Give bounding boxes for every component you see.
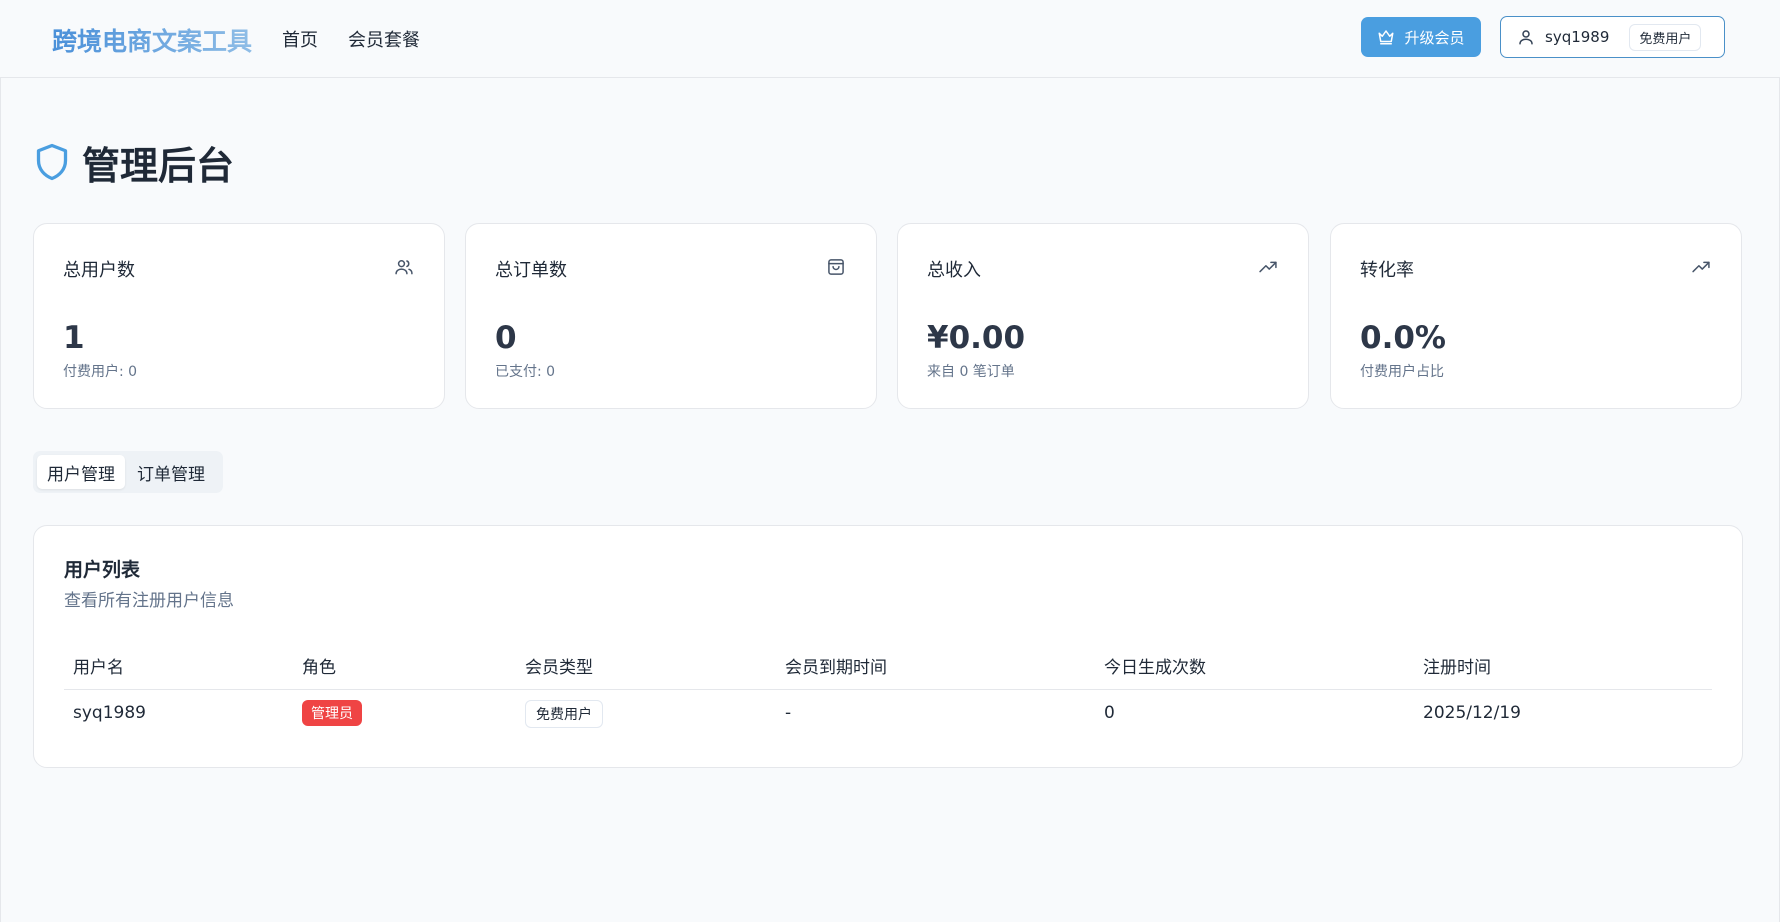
user-menu-button[interactable]: syq1989 免费用户 (1500, 16, 1725, 58)
card-title: 用户列表 (64, 559, 141, 581)
stat-card-total-revenue: 总收入 ¥0.00 来自 0 笔订单 (897, 223, 1309, 409)
stat-card-conversion-rate: 转化率 0.0% 付费用户占比 (1330, 223, 1742, 409)
trending-up-icon (1692, 261, 1710, 273)
shopping-bag-icon (828, 259, 844, 275)
column-header-membership-expiry: 会员到期时间 (785, 658, 887, 678)
stat-label: 总收入 (927, 260, 981, 281)
user-icon (1519, 30, 1533, 45)
user-name: syq1989 (1545, 28, 1610, 46)
cell-registration-time: 2025/12/19 (1423, 703, 1521, 723)
cell-membership-expiry: - (785, 703, 792, 723)
stat-subtext: 付费用户占比 (1360, 364, 1444, 380)
nav-link-home[interactable]: 首页 (282, 26, 318, 52)
top-navbar: 跨境电商文案工具 首页 会员套餐 升级会员 syq1989 免费用户 (0, 0, 1780, 78)
stat-value: 0.0% (1360, 320, 1446, 356)
cell-username: syq1989 (73, 703, 146, 723)
column-header-today-generations: 今日生成次数 (1104, 658, 1206, 678)
user-list-card: 用户列表 查看所有注册用户信息 用户名 角色 会员类型 会员到期时间 今日生成次… (33, 525, 1743, 768)
page-title: 管理后台 (82, 143, 235, 188)
tab-user-management[interactable]: 用户管理 (37, 455, 125, 489)
column-header-membership-type: 会员类型 (525, 658, 593, 678)
column-header-role: 角色 (302, 658, 336, 678)
trending-up-icon (1259, 261, 1277, 273)
tab-order-management[interactable]: 订单管理 (127, 455, 215, 489)
membership-badge: 免费用户 (525, 700, 603, 728)
stat-subtext: 来自 0 笔订单 (927, 364, 1015, 380)
stat-card-total-users: 总用户数 1 付费用户: 0 (33, 223, 445, 409)
brand-logo[interactable]: 跨境电商文案工具 (52, 22, 252, 58)
column-header-username: 用户名 (73, 658, 124, 678)
crown-icon (1378, 30, 1394, 45)
role-badge-admin: 管理员 (302, 700, 362, 726)
stat-value: 0 (495, 320, 517, 356)
upgrade-button-label: 升级会员 (1404, 28, 1465, 47)
card-description: 查看所有注册用户信息 (64, 591, 234, 611)
column-header-registration-time: 注册时间 (1423, 658, 1491, 678)
stat-value: ¥0.00 (927, 320, 1026, 356)
users-icon (395, 260, 413, 275)
user-tier-badge: 免费用户 (1629, 23, 1702, 51)
shield-icon (36, 143, 68, 181)
nav-link-membership-plans[interactable]: 会员套餐 (348, 26, 420, 52)
stat-label: 总用户数 (63, 260, 135, 281)
stat-label: 转化率 (1360, 260, 1414, 281)
table-header-divider (64, 689, 1712, 690)
page-frame (0, 0, 1780, 922)
upgrade-membership-button[interactable]: 升级会员 (1361, 17, 1481, 57)
stat-label: 总订单数 (495, 260, 567, 281)
stat-subtext: 付费用户: 0 (63, 364, 138, 380)
page-heading: 管理后台 (34, 138, 234, 188)
stat-card-total-orders: 总订单数 0 已支付: 0 (465, 223, 877, 409)
admin-tabs: 用户管理 订单管理 (33, 451, 223, 493)
cell-today-generations: 0 (1104, 703, 1115, 723)
stat-subtext: 已支付: 0 (495, 364, 556, 380)
stat-value: 1 (63, 320, 85, 356)
